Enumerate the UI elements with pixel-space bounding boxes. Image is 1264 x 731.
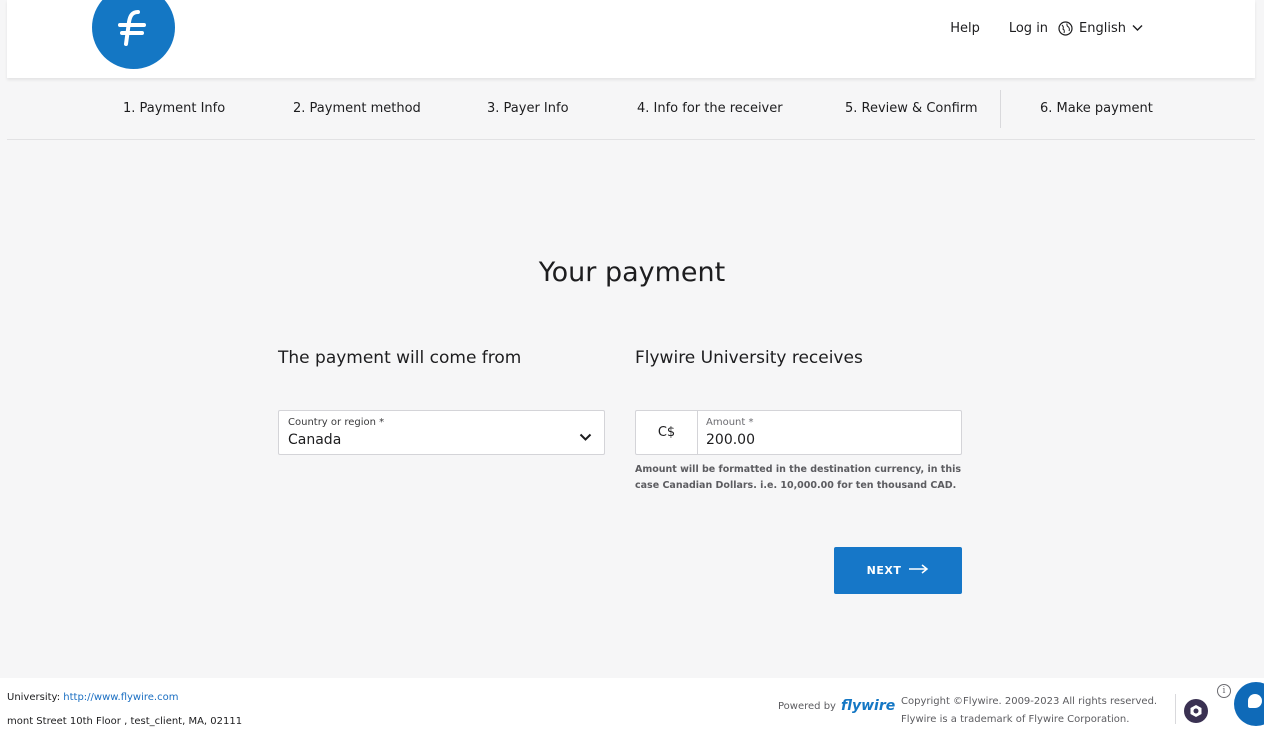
step-make-payment[interactable]: 6. Make payment bbox=[1040, 101, 1153, 116]
country-select-label: Country or region * bbox=[288, 417, 385, 428]
badge-icon[interactable] bbox=[1184, 699, 1208, 723]
amount-hint: Amount will be formatted in the destinat… bbox=[635, 464, 962, 491]
globe-icon bbox=[1058, 20, 1073, 36]
copyright-line-2: Flywire is a trademark of Flywire Corpor… bbox=[901, 714, 1130, 725]
header-nav: Help Log in English bbox=[950, 18, 1143, 38]
receives-heading: Flywire University receives bbox=[635, 348, 863, 368]
country-select[interactable]: Country or region * Canada bbox=[278, 410, 605, 455]
copyright-line-1: Copyright ©Flywire. 2009-2023 All rights… bbox=[901, 696, 1158, 707]
step-payer-info[interactable]: 3. Payer Info bbox=[487, 101, 569, 116]
top-header: Help Log in English bbox=[7, 0, 1255, 78]
step-payment-info[interactable]: 1. Payment Info bbox=[123, 101, 225, 116]
help-link[interactable]: Help bbox=[950, 21, 980, 36]
footer-address: mont Street 10th Floor , test_client, MA… bbox=[7, 716, 243, 727]
currency-code: C$ bbox=[636, 411, 698, 454]
flywire-logo-icon[interactable] bbox=[92, 0, 175, 69]
next-button[interactable]: NEXT bbox=[834, 547, 962, 594]
chevron-down-icon bbox=[579, 427, 592, 446]
footer-university: University: http://www.flywire.com bbox=[7, 692, 178, 703]
amount-label: Amount * bbox=[706, 417, 754, 428]
language-selector[interactable]: English bbox=[1058, 21, 1143, 36]
page-title: Your payment bbox=[538, 257, 726, 288]
language-label: English bbox=[1079, 20, 1126, 36]
powered-by: Powered by flywire bbox=[778, 698, 895, 714]
chevron-down-icon bbox=[1132, 24, 1143, 32]
amount-input[interactable] bbox=[706, 431, 946, 449]
step-review-confirm[interactable]: 5. Review & Confirm bbox=[845, 101, 978, 116]
amount-field: C$ Amount * bbox=[635, 410, 962, 455]
info-icon[interactable]: i bbox=[1217, 684, 1231, 698]
footer-divider bbox=[1175, 694, 1176, 724]
footer-university-prefix: University: bbox=[7, 692, 61, 703]
login-link[interactable]: Log in bbox=[1009, 21, 1048, 36]
step-divider bbox=[1000, 90, 1001, 128]
footer: University: http://www.flywire.com mont … bbox=[0, 678, 1264, 731]
step-info-receiver[interactable]: 4. Info for the receiver bbox=[637, 101, 783, 116]
step-payment-method[interactable]: 2. Payment method bbox=[293, 101, 421, 116]
country-select-value: Canada bbox=[288, 432, 342, 448]
from-heading: The payment will come from bbox=[278, 348, 522, 368]
flywire-wordmark[interactable]: flywire bbox=[841, 698, 895, 714]
powered-by-label: Powered by bbox=[778, 700, 836, 712]
progress-steps: 1. Payment Info 2. Payment method 3. Pay… bbox=[7, 80, 1255, 140]
next-button-label: NEXT bbox=[866, 564, 902, 577]
chat-icon[interactable] bbox=[1234, 682, 1264, 726]
copyright: Copyright ©Flywire. 2009-2023 All rights… bbox=[901, 693, 1157, 729]
arrow-right-icon bbox=[909, 564, 929, 577]
footer-university-link[interactable]: http://www.flywire.com bbox=[63, 692, 178, 703]
